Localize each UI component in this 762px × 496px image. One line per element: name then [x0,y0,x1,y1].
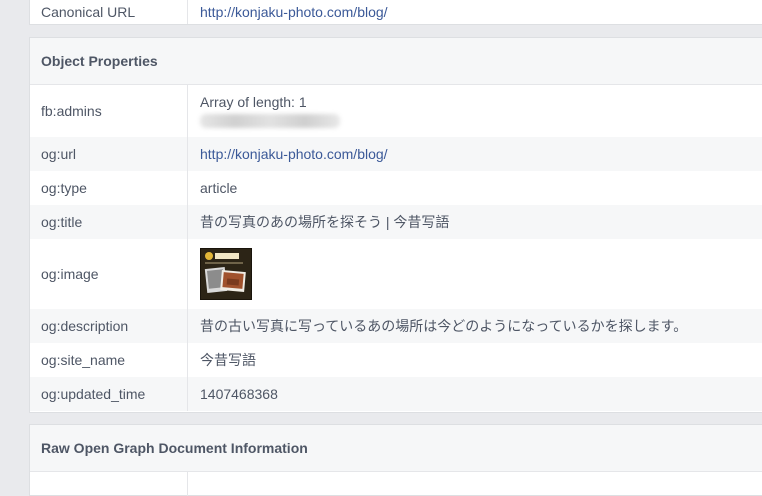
canonical-url-panel: Canonical URL http://konjaku-photo.com/b… [29,0,762,25]
canonical-url-link[interactable]: http://konjaku-photo.com/blog/ [200,4,388,20]
property-value: 1407468368 [200,386,278,402]
property-key: og:updated_time [30,377,188,411]
property-row-og-title: og:title 昔の写真のあの場所を探そう | 今昔写語 [30,205,762,239]
property-row-og-type: og:type article [30,171,762,205]
property-value: article [200,180,238,196]
raw-og-row [30,472,762,496]
property-value: 今昔写語 [200,352,256,368]
object-properties-title: Object Properties [30,38,762,85]
raw-og-panel: Raw Open Graph Document Information [29,424,762,496]
property-key: og:description [30,309,188,343]
property-row-fb-admins: fb:admins Array of length: 1 [30,85,762,137]
property-key: fb:admins [30,85,188,137]
raw-og-key [30,472,188,496]
canonical-url-row: Canonical URL http://konjaku-photo.com/b… [30,0,762,24]
object-properties-panel: Object Properties fb:admins Array of len… [29,37,762,413]
property-key: og:url [30,137,188,171]
property-row-og-site-name: og:site_name 今昔写語 [30,343,762,377]
property-value: Array of length: 1 [200,94,307,110]
og-url-link[interactable]: http://konjaku-photo.com/blog/ [200,146,388,162]
property-key: og:site_name [30,343,188,377]
og-image-thumbnail[interactable] [200,248,252,300]
property-key: og:image [30,239,188,309]
property-row-og-updated-time: og:updated_time 1407468368 [30,377,762,411]
raw-og-title: Raw Open Graph Document Information [30,425,762,472]
canonical-url-key: Canonical URL [30,0,188,24]
property-value: 昔の写真のあの場所を探そう | 今昔写語 [200,214,450,230]
property-row-og-description: og:description 昔の古い写真に写っているあの場所は今どのようになっ… [30,309,762,343]
redacted-admin-id [200,114,340,128]
property-key: og:title [30,205,188,239]
property-row-og-url: og:url http://konjaku-photo.com/blog/ [30,137,762,171]
property-row-og-image: og:image [30,239,762,309]
property-value: 昔の古い写真に写っているあの場所は今どのようになっているかを探します。 [200,318,688,334]
property-key: og:type [30,171,188,205]
